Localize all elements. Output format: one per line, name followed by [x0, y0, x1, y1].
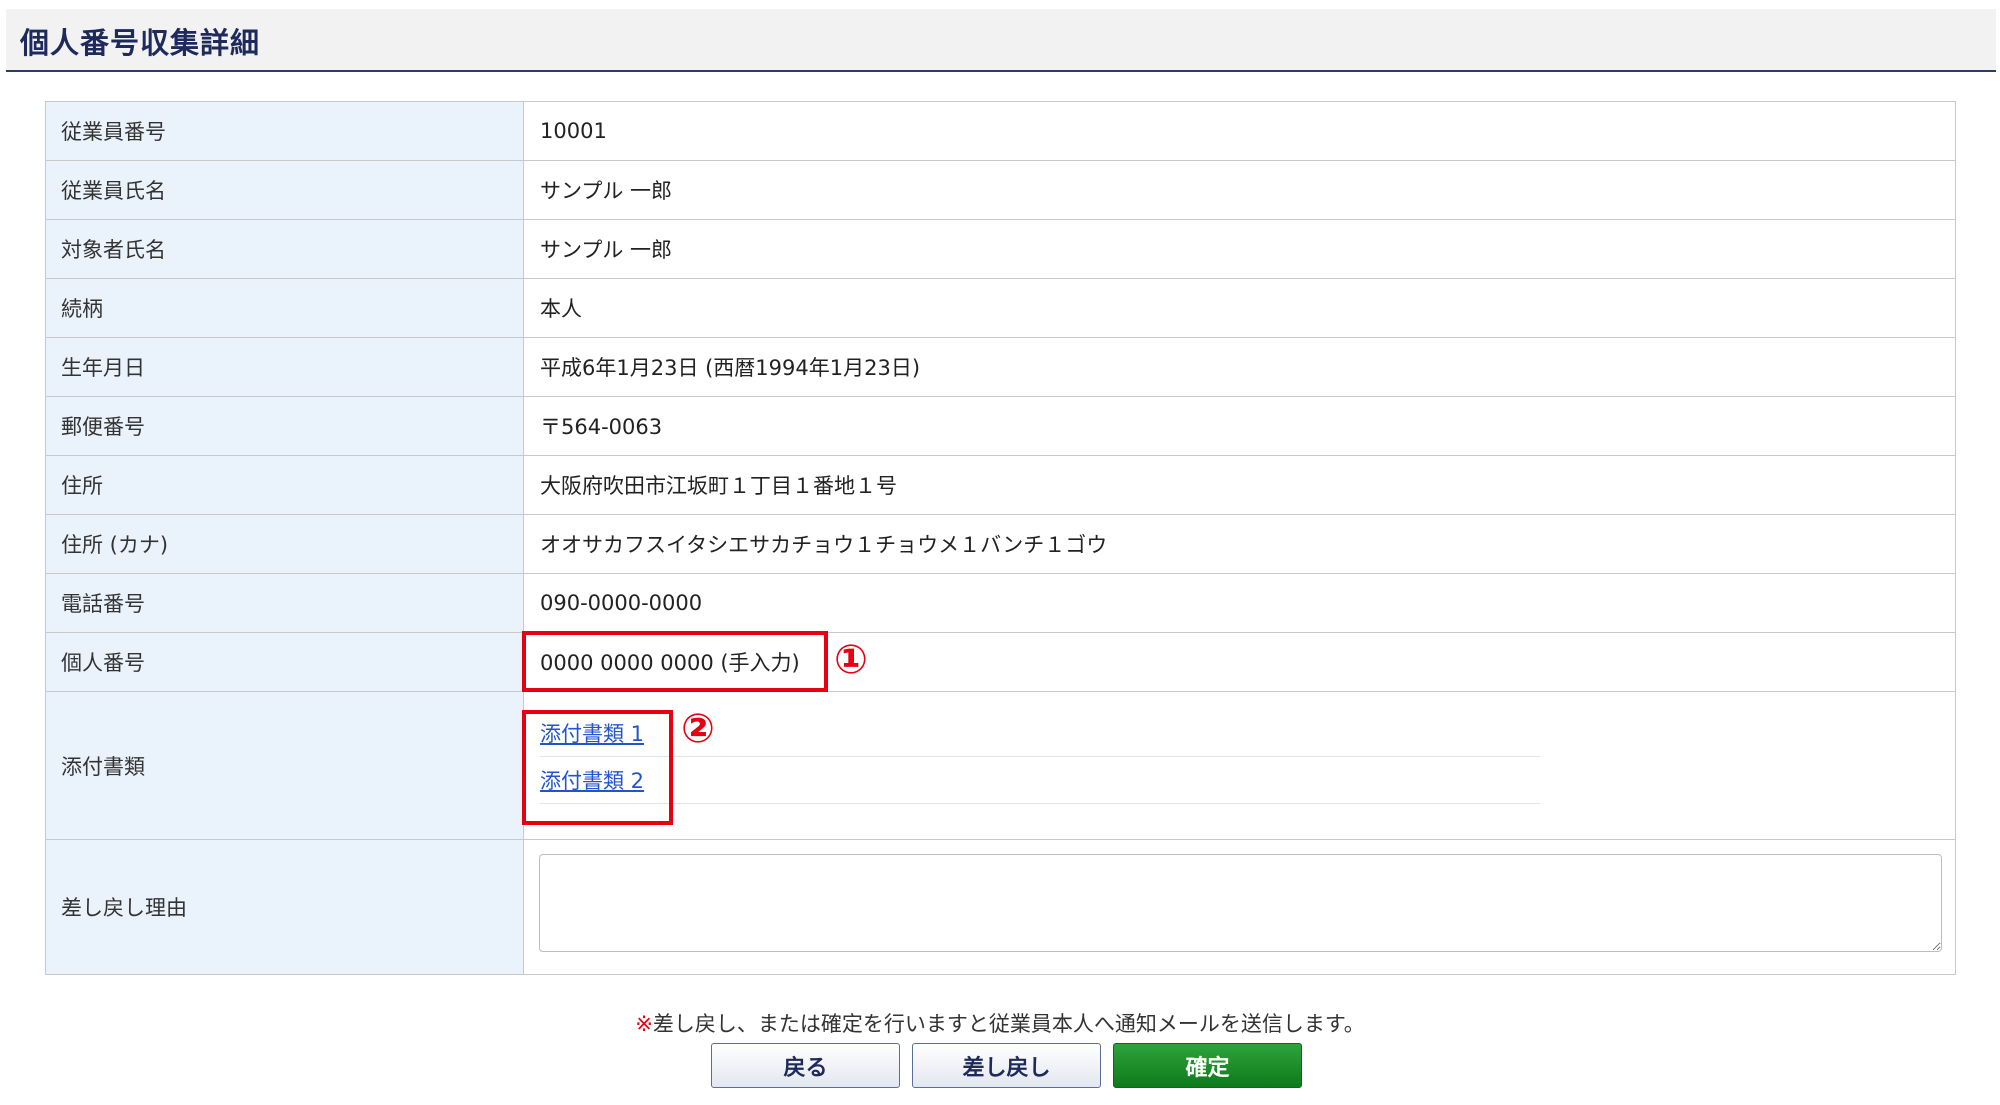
row-relationship: 続柄 本人 [46, 279, 1955, 338]
row-postal-code: 郵便番号 〒564-0063 [46, 397, 1955, 456]
row-value: 大阪府吹田市江坂町１丁目１番地１号 [540, 474, 897, 498]
row-value: 本人 [540, 297, 582, 321]
row-value: 0000 0000 0000 (手入力) ① [522, 631, 1955, 692]
row-label: 住所 [46, 456, 524, 514]
row-value: 090-0000-0000 [540, 591, 703, 615]
return-button[interactable]: 差し戻し [912, 1043, 1101, 1088]
row-label: 生年月日 [46, 338, 524, 396]
my-number-value: 0000 0000 0000 (手入力) [540, 651, 800, 675]
row-phone: 電話番号 090-0000-0000 [46, 574, 1955, 633]
list-item: 添付書類 2 [540, 757, 1540, 804]
row-value: オオサカフスイタシエサカチョウ１チョウメ１バンチ１ゴウ [540, 533, 1108, 557]
reason-cell [524, 840, 1955, 974]
page-title: 個人番号収集詳細 [20, 26, 261, 60]
row-value: 10001 [540, 119, 607, 143]
row-label: 郵便番号 [46, 397, 524, 455]
row-address: 住所 大阪府吹田市江坂町１丁目１番地１号 [46, 456, 1955, 515]
attachment-link-2[interactable]: 添付書類 2 [540, 765, 644, 795]
attachment-link-1[interactable]: 添付書類 1 [540, 718, 644, 748]
reason-textarea[interactable] [539, 854, 1942, 952]
row-label: 電話番号 [46, 574, 524, 632]
row-value: サンプル 一郎 [540, 238, 673, 262]
row-label: 従業員番号 [46, 102, 524, 160]
page-header: 個人番号収集詳細 [6, 9, 1996, 72]
row-address-kana: 住所 (カナ) オオサカフスイタシエサカチョウ１チョウメ１バンチ１ゴウ [46, 515, 1955, 574]
attachments-cell: 添付書類 1 添付書類 2 ② [522, 692, 1955, 839]
row-label: 添付書類 [46, 692, 524, 839]
marker-2: ② [681, 706, 715, 752]
row-my-number: 個人番号 0000 0000 0000 (手入力) ① [46, 631, 1955, 692]
row-label: 差し戻し理由 [46, 840, 524, 974]
confirm-button[interactable]: 確定 [1113, 1043, 1302, 1088]
row-label: 続柄 [46, 279, 524, 337]
notice-mark: ※ [635, 1012, 653, 1036]
row-employee-number: 従業員番号 10001 [46, 102, 1955, 161]
marker-1: ① [834, 637, 868, 683]
row-label: 従業員氏名 [46, 161, 524, 219]
button-bar: 戻る 差し戻し 確定 [711, 1043, 1302, 1088]
detail-table: 従業員番号 10001 従業員氏名 サンプル 一郎 対象者氏名 サンプル 一郎 … [45, 101, 1956, 975]
row-value: 平成6年1月23日 (西暦1994年1月23日) [540, 356, 921, 380]
row-value: 〒564-0063 [540, 415, 663, 439]
notice-text: ※差し戻し、または確定を行いますと従業員本人へ通知メールを送信します。 [0, 1008, 2000, 1038]
row-label: 住所 (カナ) [46, 515, 524, 573]
row-reason: 差し戻し理由 [46, 840, 1955, 974]
notice-message: 差し戻し、または確定を行いますと従業員本人へ通知メールを送信します。 [652, 1012, 1365, 1036]
row-attachments: 添付書類 添付書類 1 添付書類 2 ② [46, 692, 1955, 840]
row-birthdate: 生年月日 平成6年1月23日 (西暦1994年1月23日) [46, 338, 1955, 397]
back-button[interactable]: 戻る [711, 1043, 900, 1088]
row-employee-name: 従業員氏名 サンプル 一郎 [46, 161, 1955, 220]
row-value: サンプル 一郎 [540, 179, 673, 203]
row-label: 対象者氏名 [46, 220, 524, 278]
row-label: 個人番号 [46, 633, 524, 691]
row-target-name: 対象者氏名 サンプル 一郎 [46, 220, 1955, 279]
